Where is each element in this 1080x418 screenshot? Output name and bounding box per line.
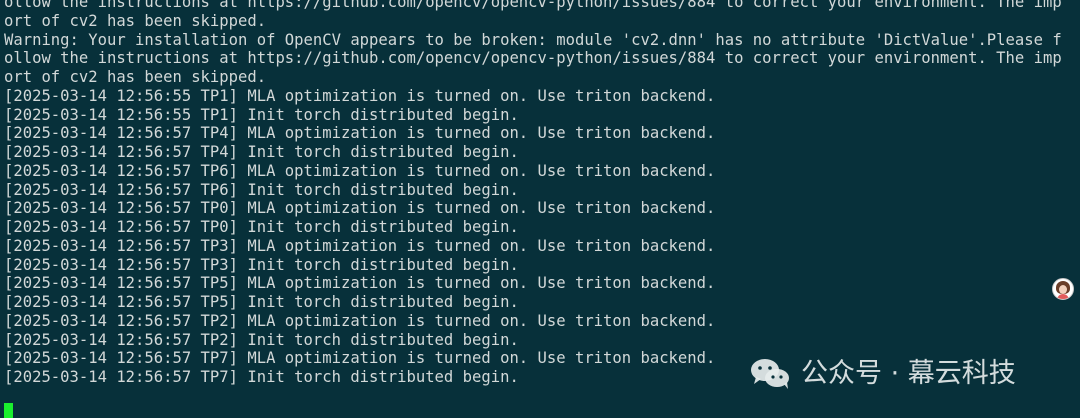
terminal-line: ollow the instructions at https://github… (4, 49, 1062, 68)
terminal-line: [2025-03-14 12:56:55 TP1] Init torch dis… (4, 105, 519, 124)
wechat-icon (751, 359, 789, 389)
avatar-face (1059, 285, 1067, 294)
watermark-label: 公众号 · 幕云科技 (801, 358, 1016, 389)
terminal-line: [2025-03-14 12:56:57 TP0] Init torch dis… (4, 218, 519, 236)
terminal-line: [2025-03-14 12:56:57 TP0] MLA optimizati… (4, 199, 716, 218)
terminal-output: ollow the instructions at https://github… (4, 0, 1062, 387)
terminal-line: [2025-03-14 12:56:55 TP1] MLA optimizati… (4, 86, 716, 105)
terminal-line: [2025-03-14 12:56:57 TP4] MLA optimizati… (4, 124, 716, 143)
terminal-line: [2025-03-14 12:56:57 TP6] MLA optimizati… (4, 161, 716, 180)
avatar-icon[interactable] (1052, 278, 1074, 300)
wechat-watermark: 公众号 · 幕云科技 (749, 356, 1016, 392)
terminal-line: [2025-03-14 12:56:57 TP6] Init torch dis… (4, 180, 519, 199)
avatar-shirt (1057, 294, 1069, 299)
terminal-line: [2025-03-14 12:56:57 TP2] Init torch dis… (4, 330, 519, 349)
terminal-line: [2025-03-14 12:56:57 TP5] MLA optimizati… (4, 274, 716, 293)
terminal-line: [2025-03-14 12:56:57 TP5] Init torch dis… (4, 293, 519, 311)
terminal-cursor (4, 403, 13, 418)
terminal-line: [2025-03-14 12:56:57 TP4] Init torch dis… (4, 143, 519, 161)
terminal-line: ort of cv2 has been skipped. (4, 11, 267, 30)
terminal-line: [2025-03-14 12:56:57 TP3] MLA optimizati… (4, 236, 716, 255)
terminal-line: [2025-03-14 12:56:57 TP2] MLA optimizati… (4, 311, 716, 330)
terminal-line: Warning: Your installation of OpenCV app… (4, 30, 1062, 49)
terminal-line: ollow the instructions at https://github… (4, 0, 1062, 11)
terminal-line: [2025-03-14 12:56:57 TP3] Init torch dis… (4, 255, 519, 274)
terminal-line: ort of cv2 has been skipped. (4, 68, 267, 86)
